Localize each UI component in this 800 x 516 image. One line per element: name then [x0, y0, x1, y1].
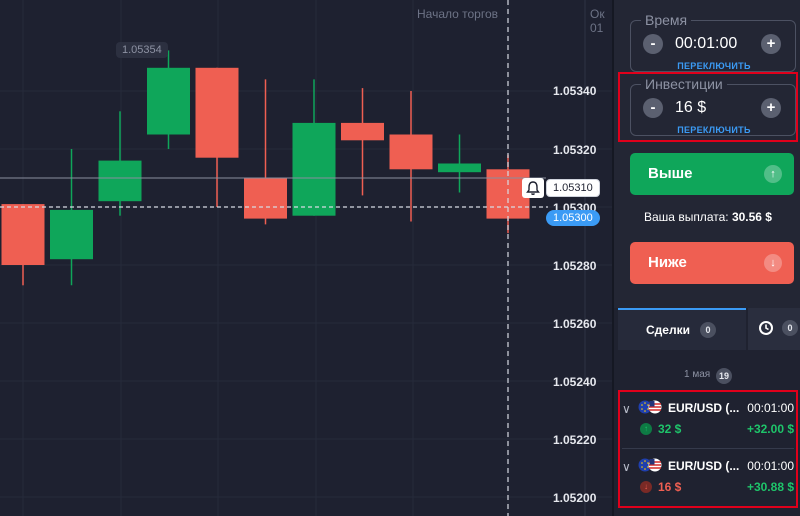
payout-line: Ваша выплата: 30.56 $	[614, 210, 800, 224]
higher-button[interactable]: Выше ↑	[630, 153, 794, 195]
chevron-down-icon[interactable]: ∨	[622, 402, 631, 416]
payout-value: 30.56 $	[731, 210, 772, 224]
trades-count-badge: 0	[700, 322, 716, 338]
expiry-label: Ок	[590, 7, 605, 21]
arrow-up-icon: ↑	[764, 165, 782, 183]
time-plus-button[interactable]: +	[761, 34, 781, 54]
trade-panel: Время - 00:01:00 + ПЕРЕКЛЮЧИТЬ Инвестици…	[612, 0, 800, 516]
investment-minus-button[interactable]: -	[643, 98, 663, 118]
trade-profit: +30.88 $	[746, 480, 794, 494]
candle-body	[195, 67, 239, 158]
time-legend: Время	[641, 12, 692, 28]
candle-body	[1, 204, 45, 265]
investment-legend: Инвестиции	[641, 76, 727, 92]
bell-icon[interactable]	[522, 178, 544, 198]
candle-body	[147, 67, 190, 135]
candle-body	[438, 163, 481, 173]
candlestick-chart[interactable]	[0, 0, 612, 516]
trade-profit: +32.00 $	[746, 422, 794, 436]
chevron-down-icon[interactable]: ∨	[622, 460, 631, 474]
payout-label: Ваша выплата:	[644, 210, 729, 224]
candle-body	[341, 122, 384, 141]
eu-us-flag-icon	[638, 458, 662, 472]
trade-duration: 00:01:00	[747, 401, 794, 415]
investment-value[interactable]: 16 $	[675, 99, 706, 117]
arrow-up-icon: ↑	[640, 423, 652, 435]
time-minus-button[interactable]: -	[643, 34, 663, 54]
date-label: 1 мая	[684, 369, 711, 380]
candle-body	[244, 178, 287, 219]
trade-item[interactable]: ∨ EUR/USD (... 00:01:00 ↓ 16 $ +30.88 $	[614, 454, 800, 510]
trade-divider	[622, 448, 794, 449]
trade-pair: EUR/USD (...	[668, 459, 740, 473]
candle-body	[98, 160, 142, 202]
lower-button[interactable]: Ниже ↓	[630, 242, 794, 284]
time-field[interactable]: Время - 00:01:00 + ПЕРЕКЛЮЧИТЬ	[630, 12, 797, 72]
time-value[interactable]: 00:01:00	[675, 35, 737, 53]
current-price-tag: 1.05300	[546, 210, 600, 226]
price-axis-label: 1.05220	[553, 433, 597, 447]
tab-history[interactable]: 0	[748, 308, 800, 350]
tab-trades[interactable]: Сделки 0	[618, 308, 746, 350]
current-line-tag: 1.05310	[546, 179, 600, 197]
trades-tabs: Сделки 0 0	[614, 308, 800, 350]
price-axis-label: 1.05240	[553, 375, 597, 389]
date-group: 1 мая 19	[614, 366, 800, 384]
lower-button-label: Ниже	[648, 254, 687, 271]
tab-trades-label: Сделки	[646, 323, 690, 337]
trade-amount: 32 $	[658, 422, 682, 436]
price-axis-label: 1.05280	[553, 259, 597, 273]
investment-field[interactable]: Инвестиции - 16 $ + ПЕРЕКЛЮЧИТЬ	[630, 76, 797, 136]
price-chart[interactable]: Начало торгов Ок 01 1.05354 1.05340 1.05…	[0, 0, 612, 516]
history-count-badge: 0	[782, 320, 798, 336]
clock-icon	[759, 321, 773, 335]
high-price-tag: 1.05354	[116, 42, 168, 58]
trade-duration: 00:01:00	[747, 459, 794, 473]
trade-start-label: Начало торгов	[417, 7, 499, 21]
price-axis-label: 1.05320	[553, 143, 597, 157]
time-switch-link[interactable]: ПЕРЕКЛЮЧИТЬ	[631, 61, 797, 71]
arrow-down-icon: ↓	[764, 254, 782, 272]
candle-body	[389, 134, 433, 170]
trade-amount: 16 $	[658, 480, 682, 494]
price-axis-label: 1.05260	[553, 317, 597, 331]
price-axis-label: 1.05340	[553, 84, 597, 98]
trade-item[interactable]: ∨ EUR/USD (... 00:01:00 ↑ 32 $ +32.00 $	[614, 396, 800, 452]
candle-body	[50, 209, 93, 260]
eu-us-flag-icon	[638, 400, 662, 414]
price-axis-label: 1.05200	[553, 491, 597, 505]
arrow-down-icon: ↓	[640, 481, 652, 493]
candle-body	[292, 122, 336, 216]
investment-switch-link[interactable]: ПЕРЕКЛЮЧИТЬ	[631, 125, 797, 135]
expiry-label-line2: 01	[590, 21, 604, 35]
trade-pair: EUR/USD (...	[668, 401, 740, 415]
investment-plus-button[interactable]: +	[761, 98, 781, 118]
higher-button-label: Выше	[648, 165, 693, 182]
date-count-badge: 19	[715, 368, 732, 384]
